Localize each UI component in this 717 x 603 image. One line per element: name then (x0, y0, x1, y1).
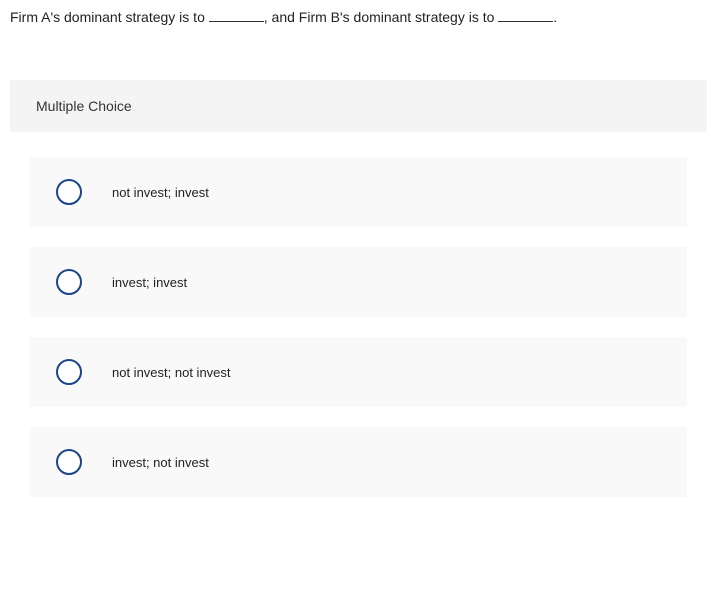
option-3[interactable]: not invest; not invest (30, 337, 687, 407)
section-header: Multiple Choice (10, 80, 707, 132)
radio-icon[interactable] (56, 269, 82, 295)
question-prefix: Firm A's dominant strategy is to (10, 9, 209, 25)
question-suffix: . (553, 9, 557, 25)
option-label: invest; invest (112, 275, 187, 290)
blank-2 (498, 8, 553, 22)
option-label: invest; not invest (112, 455, 209, 470)
question-text: Firm A's dominant strategy is to , and F… (0, 0, 717, 25)
radio-icon[interactable] (56, 359, 82, 385)
option-2[interactable]: invest; invest (30, 247, 687, 317)
options-list: not invest; invest invest; invest not in… (10, 132, 707, 527)
option-4[interactable]: invest; not invest (30, 427, 687, 497)
radio-icon[interactable] (56, 179, 82, 205)
option-label: not invest; invest (112, 185, 209, 200)
section-header-label: Multiple Choice (36, 98, 132, 114)
question-middle: , and Firm B's dominant strategy is to (264, 9, 499, 25)
blank-1 (209, 8, 264, 22)
answer-container: Multiple Choice not invest; invest inves… (0, 80, 717, 527)
option-1[interactable]: not invest; invest (30, 157, 687, 227)
radio-icon[interactable] (56, 449, 82, 475)
option-label: not invest; not invest (112, 365, 231, 380)
